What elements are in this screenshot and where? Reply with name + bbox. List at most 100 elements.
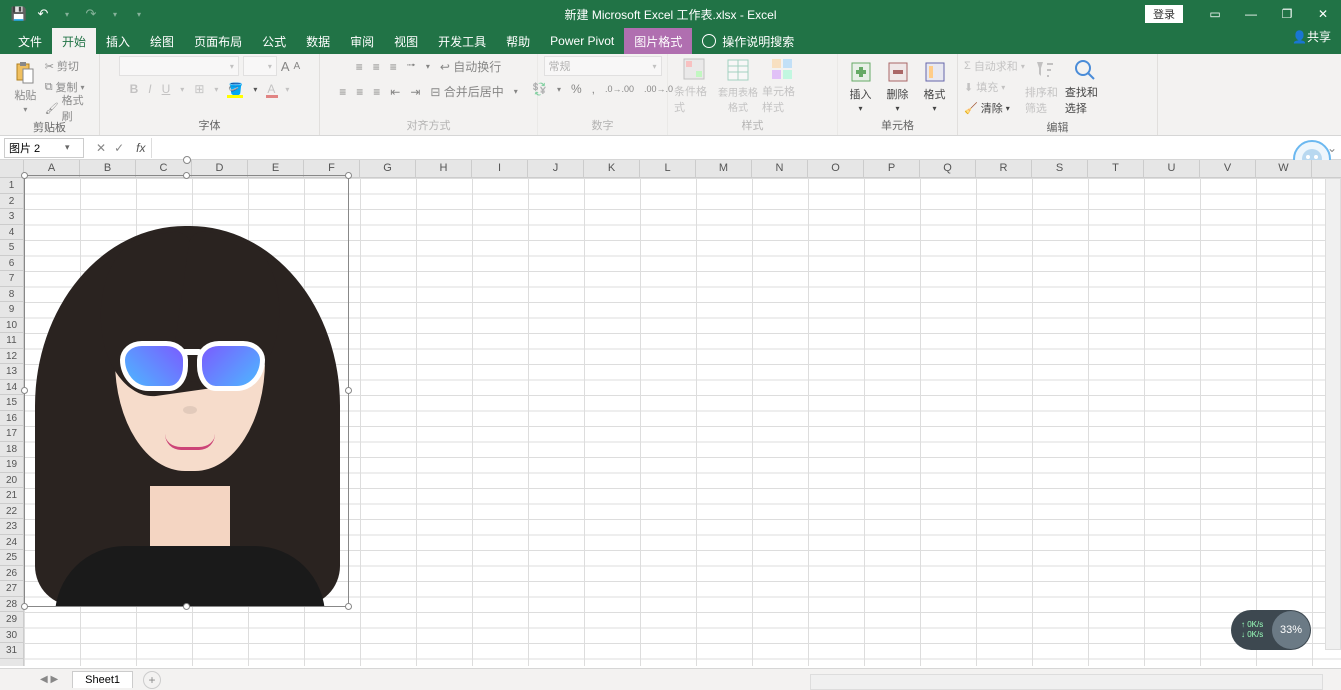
row-header[interactable]: 31 (0, 643, 23, 659)
clear-button[interactable]: 🧹清除▾ (964, 98, 1025, 118)
ribbon-mode-button[interactable]: ▭ (1197, 0, 1233, 28)
vertical-scrollbar[interactable] (1325, 178, 1341, 650)
selected-picture[interactable] (24, 175, 349, 607)
redo-button[interactable]: ↷ (80, 3, 102, 25)
row-header[interactable]: 20 (0, 473, 23, 489)
increase-decimal-button[interactable]: .0→.00 (605, 84, 634, 94)
bold-button[interactable]: B (130, 82, 139, 96)
row-header[interactable]: 11 (0, 333, 23, 349)
tab-review[interactable]: 审阅 (340, 28, 384, 54)
tab-power-pivot[interactable]: Power Pivot (540, 28, 624, 54)
font-name-combo[interactable]: ▾ (119, 56, 239, 76)
resize-handle-tr[interactable] (345, 172, 352, 179)
font-size-combo[interactable]: ▾ (243, 56, 277, 76)
col-header[interactable]: P (864, 160, 920, 177)
resize-handle-bl[interactable] (21, 603, 28, 610)
col-header[interactable]: J (528, 160, 584, 177)
align-right-button[interactable]: ≡ (373, 85, 380, 99)
row-header[interactable]: 1 (0, 178, 23, 194)
row-header[interactable]: 25 (0, 550, 23, 566)
align-bottom-button[interactable]: ≡ (390, 60, 397, 74)
row-header[interactable]: 23 (0, 519, 23, 535)
cell-styles-button[interactable]: 单元格样式 (762, 57, 802, 115)
col-header[interactable]: G (360, 160, 416, 177)
row-header[interactable]: 18 (0, 442, 23, 458)
sheet-tab-sheet1[interactable]: Sheet1 (72, 671, 133, 688)
cells-area[interactable] (24, 178, 1341, 666)
cut-button[interactable]: ✂剪切 (45, 56, 93, 76)
enter-formula-button[interactable]: ✓ (114, 141, 124, 155)
underline-button[interactable]: U (162, 82, 171, 96)
tab-home[interactable]: 开始 (52, 28, 96, 54)
resize-handle-r[interactable] (345, 387, 352, 394)
tab-insert[interactable]: 插入 (96, 28, 140, 54)
align-top-button[interactable]: ≡ (356, 60, 363, 74)
tab-formulas[interactable]: 公式 (252, 28, 296, 54)
row-header[interactable]: 19 (0, 457, 23, 473)
row-header[interactable]: 2 (0, 194, 23, 210)
row-header[interactable]: 6 (0, 256, 23, 272)
row-header[interactable]: 10 (0, 318, 23, 334)
save-button[interactable]: 💾 (8, 3, 30, 25)
col-header[interactable]: M (696, 160, 752, 177)
row-header[interactable]: 8 (0, 287, 23, 303)
resize-handle-t[interactable] (183, 172, 190, 179)
fill-color-button[interactable]: 🪣 (228, 82, 243, 96)
row-header[interactable]: 3 (0, 209, 23, 225)
percent-button[interactable]: % (571, 82, 582, 96)
row-header[interactable]: 17 (0, 426, 23, 442)
col-header[interactable]: N (752, 160, 808, 177)
undo-button[interactable]: ↶ (32, 3, 54, 25)
find-select-button[interactable]: 查找和选择 (1065, 58, 1105, 116)
col-header[interactable]: U (1144, 160, 1200, 177)
increase-indent-button[interactable]: ⇥ (410, 85, 420, 99)
border-button[interactable]: ⊞ (194, 82, 204, 96)
tab-developer[interactable]: 开发工具 (428, 28, 496, 54)
resize-handle-br[interactable] (345, 603, 352, 610)
minimize-button[interactable]: ― (1233, 0, 1269, 28)
formula-bar-input[interactable] (151, 138, 1323, 158)
paste-button[interactable]: 粘贴 ▾ (6, 61, 45, 114)
wrap-text-button[interactable]: ↩ 自动换行 (440, 58, 501, 75)
row-header[interactable]: 9 (0, 302, 23, 318)
col-header[interactable]: W (1256, 160, 1312, 177)
name-box[interactable]: 图片 2 ▾ (4, 138, 84, 158)
col-header[interactable]: T (1088, 160, 1144, 177)
row-header[interactable]: 27 (0, 581, 23, 597)
row-header[interactable]: 15 (0, 395, 23, 411)
share-button[interactable]: 👤 共享 (1292, 28, 1331, 45)
undo-more-icon[interactable]: ▾ (56, 3, 78, 25)
col-header[interactable]: Q (920, 160, 976, 177)
login-button[interactable]: 登录 (1145, 5, 1183, 23)
row-header[interactable]: 13 (0, 364, 23, 380)
orientation-button[interactable]: ⭬ (407, 56, 416, 77)
font-color-button[interactable]: A (267, 82, 275, 96)
tab-help[interactable]: 帮助 (496, 28, 540, 54)
tab-file[interactable]: 文件 (8, 28, 52, 54)
rotate-handle[interactable] (183, 156, 191, 164)
col-header[interactable]: H (416, 160, 472, 177)
resize-handle-l[interactable] (21, 387, 28, 394)
autosum-button[interactable]: Σ自动求和▾ (964, 56, 1025, 76)
tab-picture-format[interactable]: 图片格式 (624, 28, 692, 54)
tab-draw[interactable]: 绘图 (140, 28, 184, 54)
decrease-indent-button[interactable]: ⇤ (390, 85, 400, 99)
number-format-combo[interactable]: 常规▾ (544, 56, 662, 76)
align-center-button[interactable]: ≡ (356, 85, 363, 99)
sort-filter-button[interactable]: 排序和筛选 (1025, 58, 1065, 116)
grow-font-button[interactable]: A (281, 59, 290, 74)
row-header[interactable]: 21 (0, 488, 23, 504)
format-painter-button[interactable]: 🖌格式刷 (45, 98, 93, 118)
row-header[interactable]: 22 (0, 504, 23, 520)
col-header[interactable]: I (472, 160, 528, 177)
col-header[interactable]: O (808, 160, 864, 177)
conditional-format-button[interactable]: 条件格式 (674, 57, 714, 115)
comma-button[interactable]: , (592, 82, 595, 96)
fill-button[interactable]: ⬇填充▾ (964, 77, 1025, 97)
row-header[interactable]: 26 (0, 566, 23, 582)
col-header[interactable]: S (1032, 160, 1088, 177)
chevron-down-icon[interactable]: ▾ (65, 142, 79, 153)
fx-label[interactable]: fx (136, 141, 151, 155)
align-left-button[interactable]: ≡ (339, 85, 346, 99)
add-sheet-button[interactable]: + (143, 671, 161, 689)
